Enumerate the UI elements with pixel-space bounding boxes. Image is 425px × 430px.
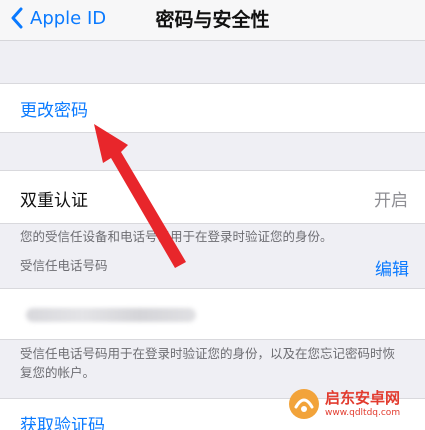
navbar-divider [0,40,425,41]
change-password-link[interactable]: 更改密码 [20,96,88,121]
two-factor-status: 开启 [374,191,408,211]
change-password-cell[interactable]: 更改密码 [0,83,425,133]
watermark: 启东安卓网 www.qdltdq.com [287,384,417,424]
blurred-phone-number [26,308,196,322]
two-factor-cell[interactable]: 双重认证 开启 [0,170,425,224]
two-factor-description: 您的受信任设备和电话号码用于在登录时验证您的身份。 [20,229,333,244]
page-title: 密码与安全性 [155,9,270,31]
watermark-url: www.qdltdq.com [325,408,401,418]
trusted-phone-footer: 受信任电话号码用于在登录时验证您的身份，以及在您忘记密码时恢复您的帐户。 [20,346,396,380]
two-factor-title: 双重认证 [20,191,88,211]
watermark-name: 启东安卓网 [325,389,401,407]
watermark-logo-icon [289,389,319,419]
edit-button[interactable]: 编辑 [375,255,409,280]
navigation-bar: Apple ID 密码与安全性 [0,0,425,40]
get-code-link[interactable]: 获取验证码 [20,411,105,430]
trusted-phone-header: 受信任电话号码 [20,258,108,273]
